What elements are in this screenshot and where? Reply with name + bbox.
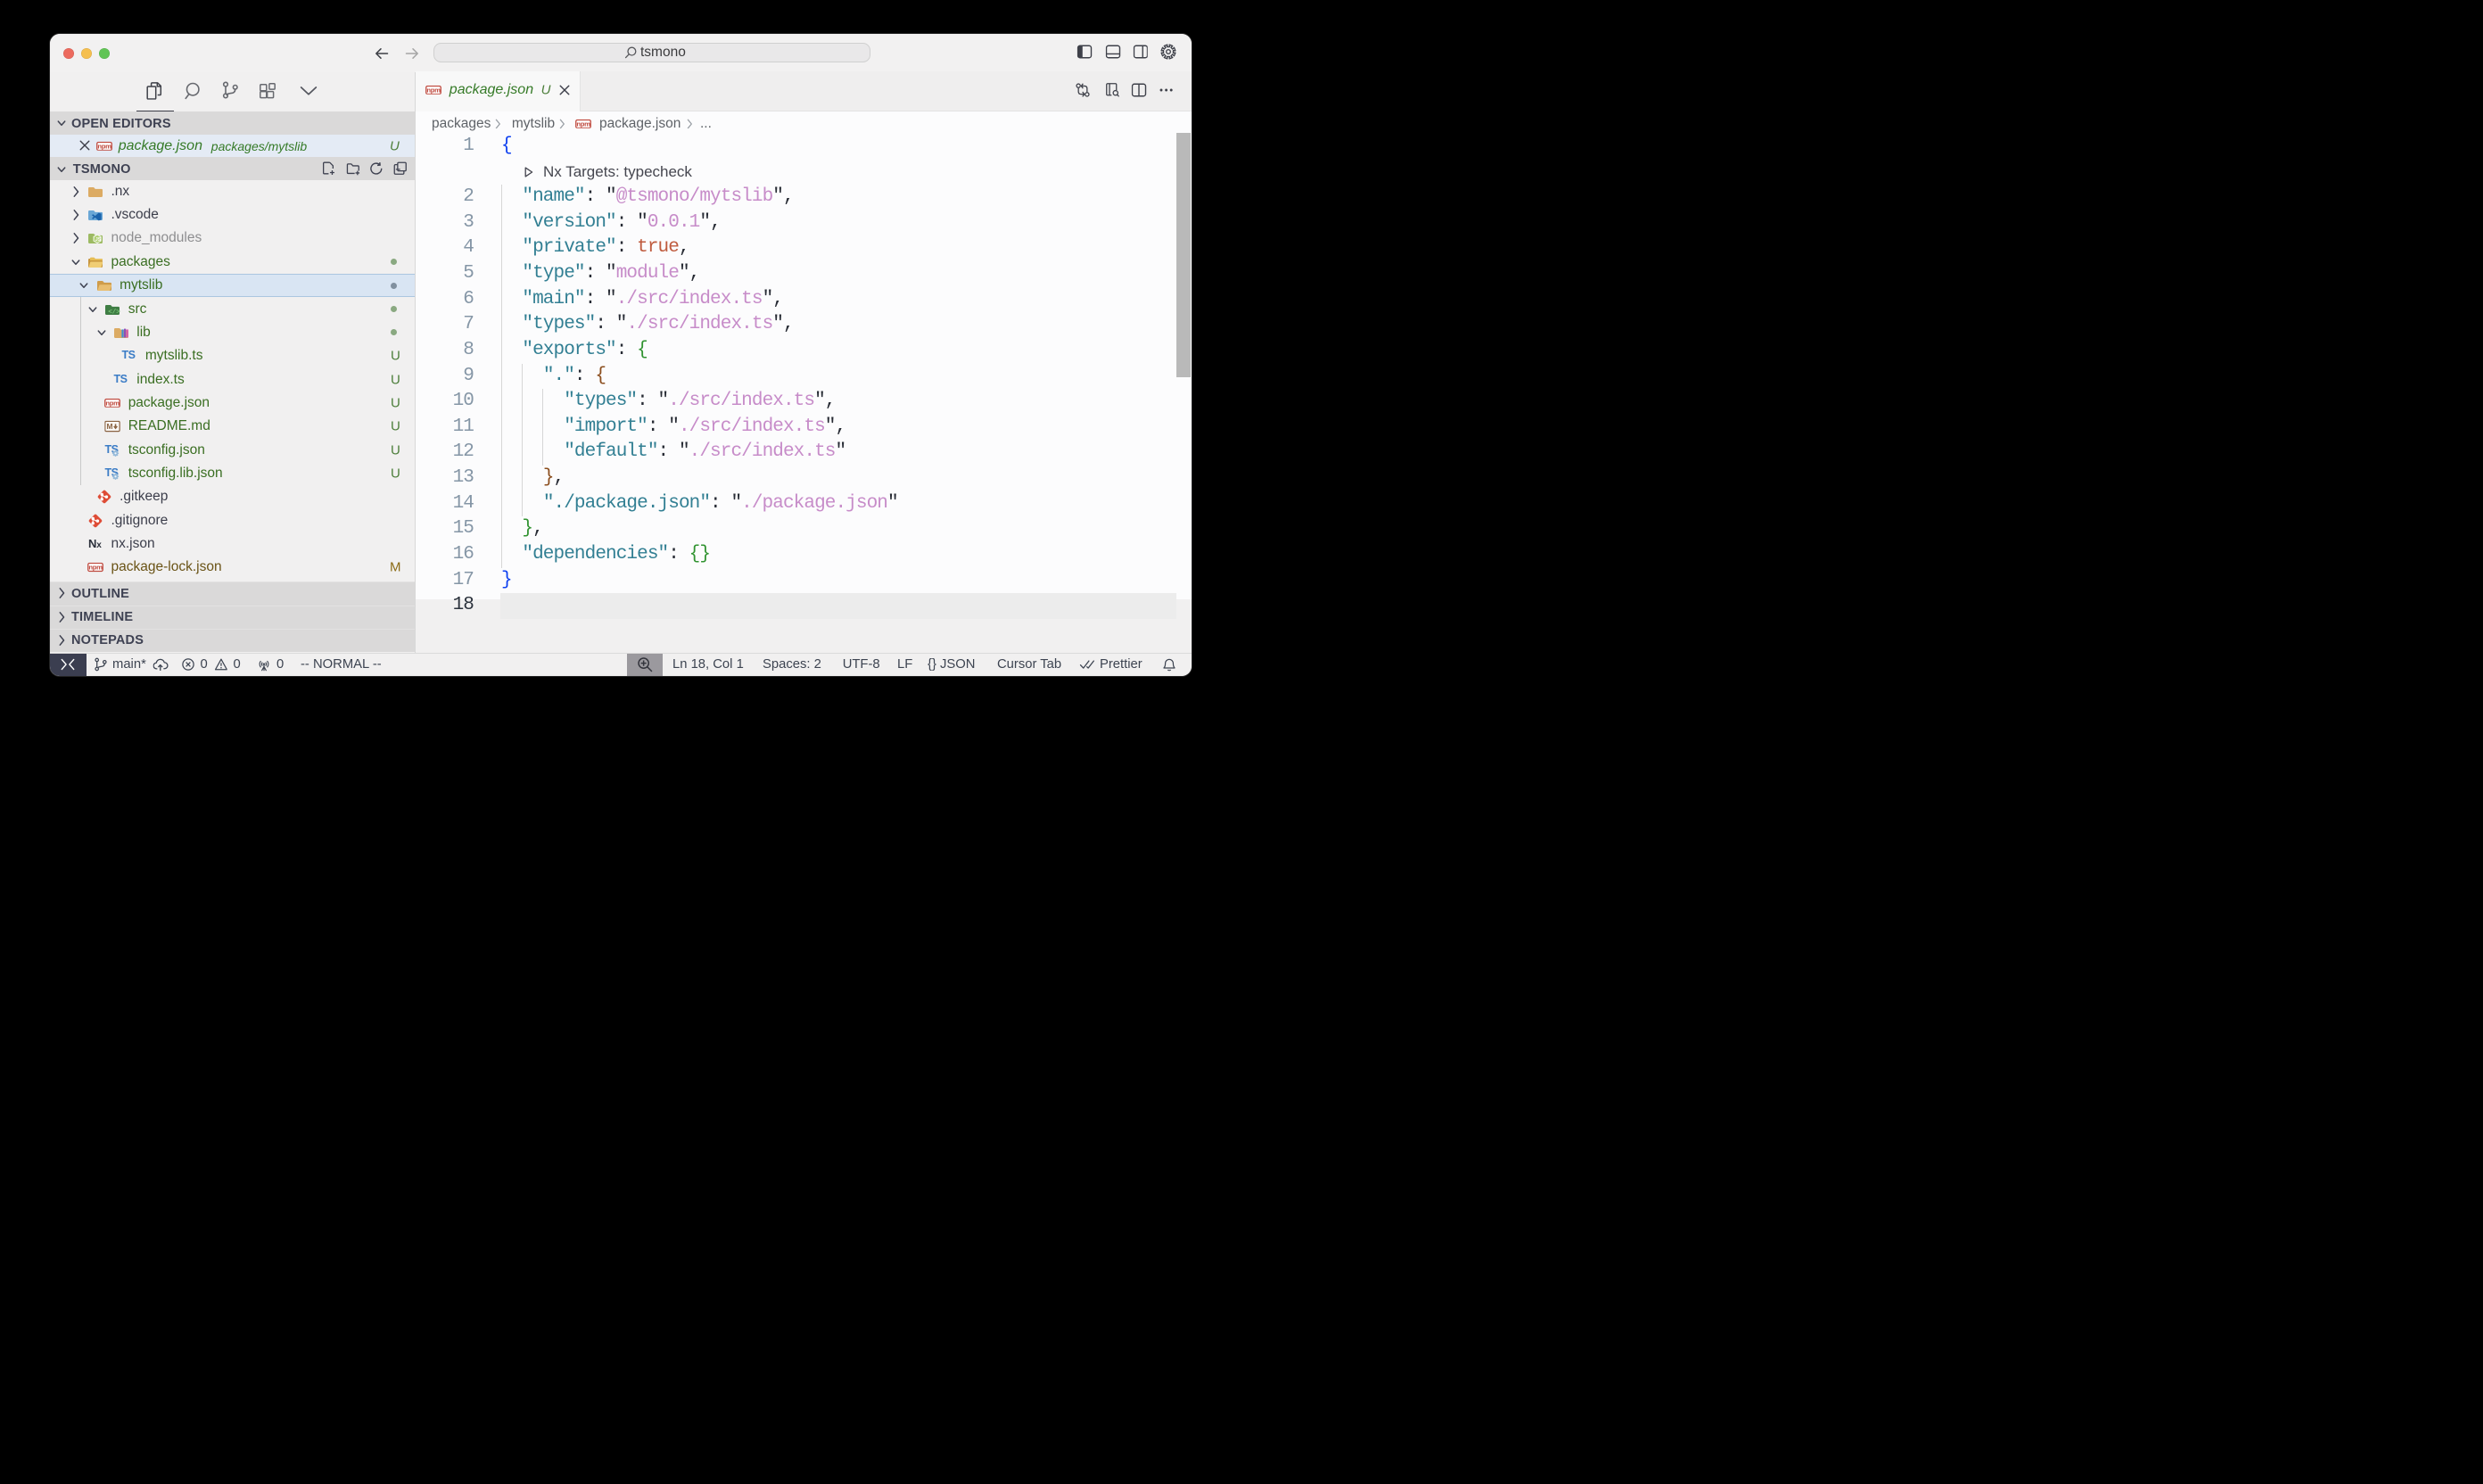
svg-text:npm: npm	[106, 400, 120, 408]
svg-text:npm: npm	[88, 564, 103, 572]
svg-text:M: M	[107, 422, 113, 431]
svg-text:npm: npm	[427, 86, 441, 94]
svg-text:JS: JS	[95, 237, 102, 243]
svg-text:N: N	[88, 538, 96, 550]
svg-text:npm: npm	[97, 142, 111, 150]
svg-text:</>: </>	[108, 309, 120, 316]
svg-text:npm: npm	[577, 120, 591, 128]
svg-text:TS: TS	[122, 350, 136, 362]
svg-text:TS: TS	[113, 373, 127, 385]
svg-text:x: x	[96, 540, 102, 550]
